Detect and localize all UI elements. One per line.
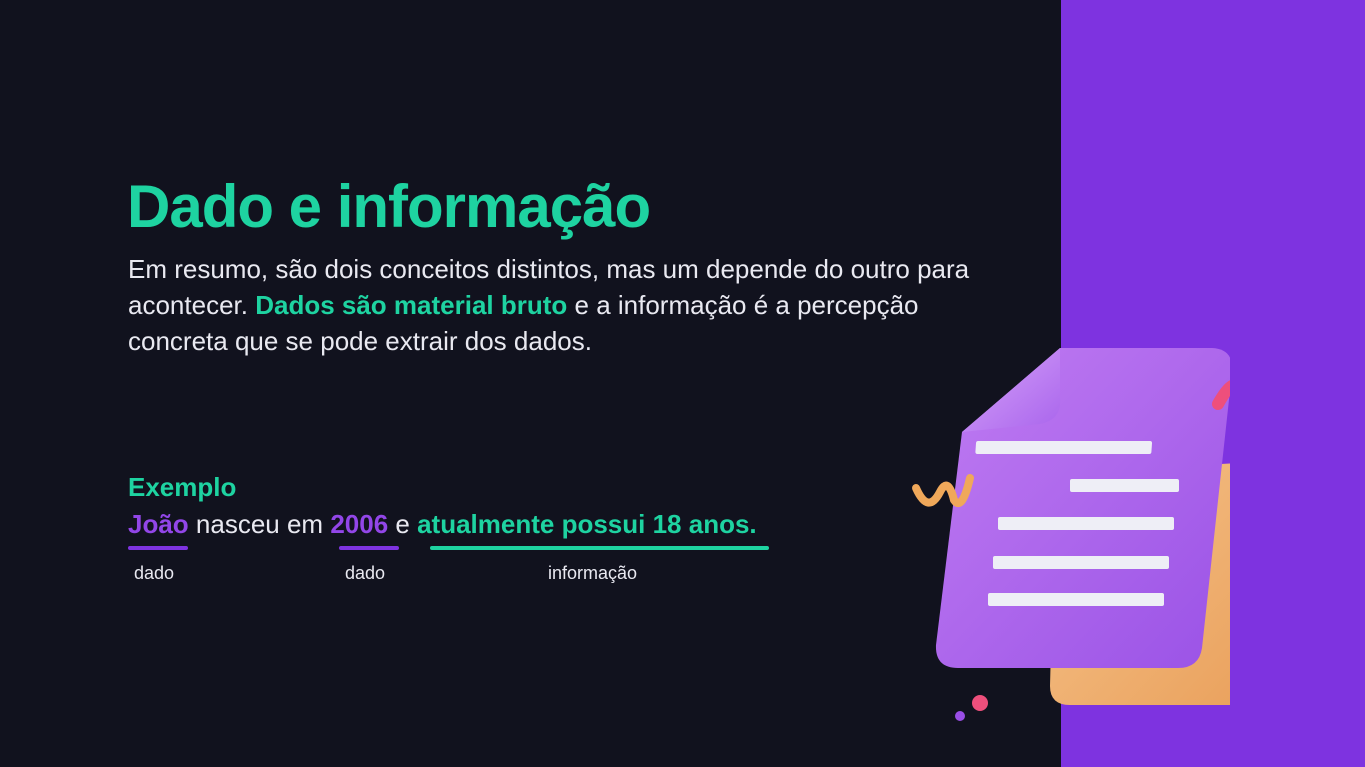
document-3d-icon (912, 348, 1230, 721)
underline-info (430, 546, 769, 550)
summary-paragraph: Em resumo, são dois conceitos distintos,… (128, 251, 1008, 359)
example-sentence: João nasceu em 2006 e atualmente possui … (128, 506, 757, 542)
example-word-year: 2006 (330, 509, 389, 539)
front-sheet-shape (935, 348, 1230, 668)
underline-joao (128, 546, 188, 550)
underline-year (339, 546, 399, 550)
caption-informacao: informação (548, 563, 638, 583)
example-phrase-info: atualmente possui 18 anos. (417, 509, 757, 539)
example-text-2: e (388, 509, 418, 539)
summary-highlight: Dados são material bruto (255, 290, 568, 320)
slide-title: Dado e informação (127, 173, 651, 240)
folded-corner-shape (962, 348, 1061, 432)
example-word-joao: João (128, 509, 189, 539)
caption-dado-1: dado (134, 563, 175, 583)
example-text-1: nasceu em (188, 509, 331, 539)
caption-dado-2: dado (345, 563, 386, 583)
slide: Dado e informação Em resumo, são dois co… (0, 0, 1365, 767)
example-label: Exemplo (128, 472, 237, 502)
